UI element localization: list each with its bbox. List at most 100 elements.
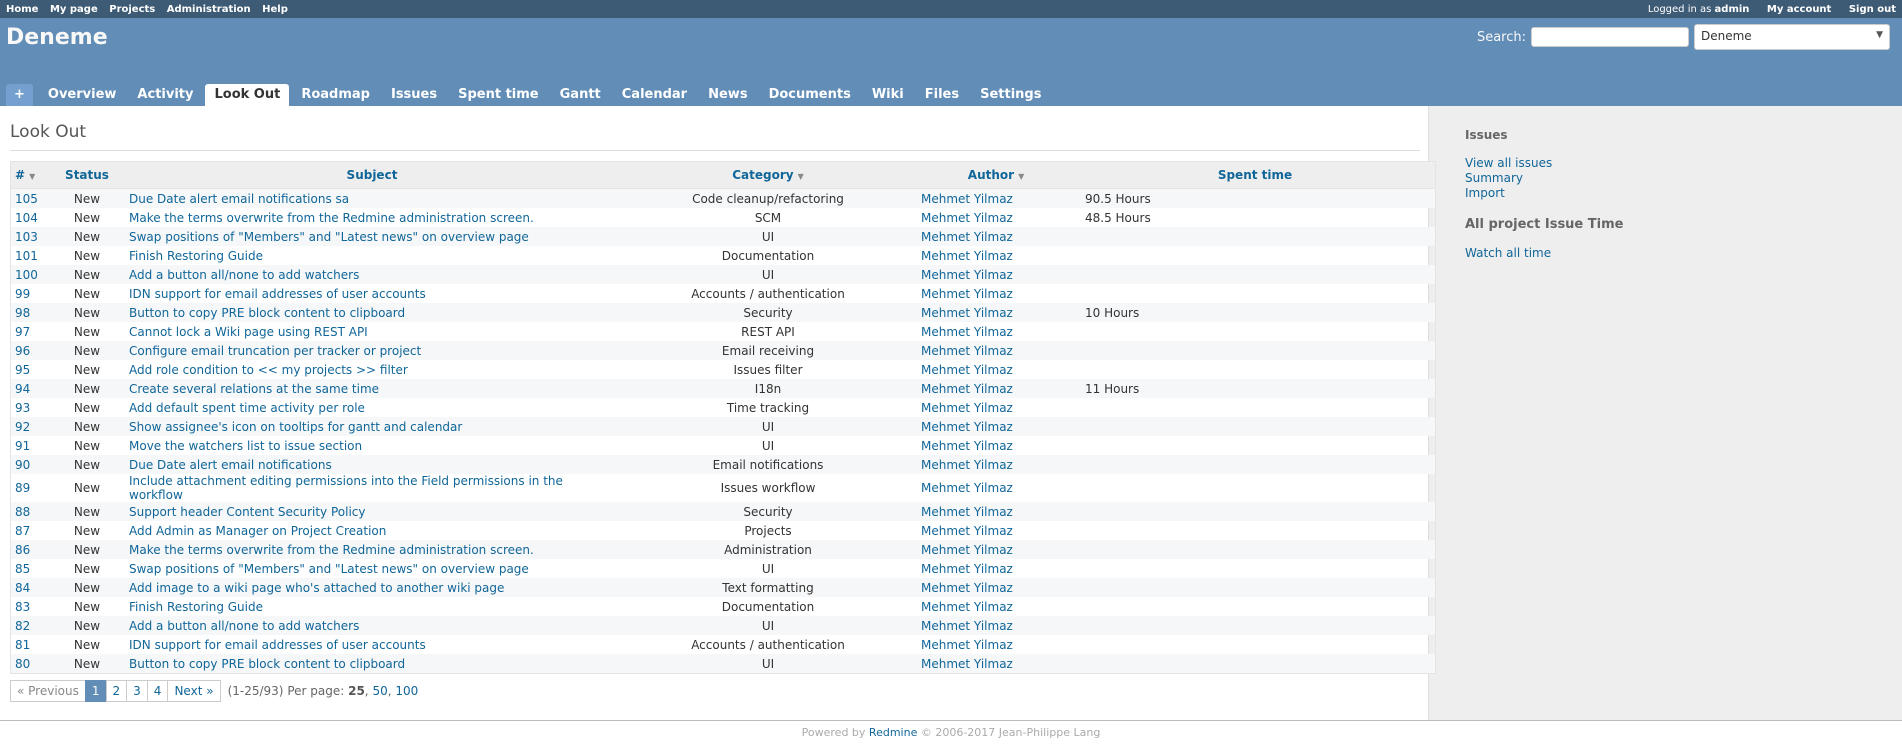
issue-author-link[interactable]: Mehmet Yilmaz — [921, 230, 1013, 244]
issue-id-link[interactable]: 85 — [15, 562, 30, 576]
tab-new[interactable]: + — [6, 84, 33, 106]
per-page-50[interactable]: 50 — [372, 684, 387, 698]
pagination-previous[interactable]: « Previous — [10, 680, 86, 702]
my-account-link[interactable]: My account — [1767, 4, 1831, 15]
issue-id-link[interactable]: 91 — [15, 439, 30, 453]
issue-author-link[interactable]: Mehmet Yilmaz — [921, 657, 1013, 671]
header-subject[interactable]: Subject — [125, 161, 619, 189]
header-id[interactable]: # ▼ — [10, 161, 49, 189]
sidebar-import[interactable]: Import — [1465, 186, 1902, 201]
top-link-administration[interactable]: Administration — [167, 4, 251, 15]
issue-id-link[interactable]: 99 — [15, 287, 30, 301]
issue-id-link[interactable]: 101 — [15, 249, 38, 263]
issue-id-link[interactable]: 95 — [15, 363, 30, 377]
issue-author-link[interactable]: Mehmet Yilmaz — [921, 192, 1013, 206]
top-link-help[interactable]: Help — [262, 4, 288, 15]
issue-author-link[interactable]: Mehmet Yilmaz — [921, 524, 1013, 538]
search-input[interactable] — [1531, 27, 1689, 47]
issue-author-link[interactable]: Mehmet Yilmaz — [921, 600, 1013, 614]
issue-author-link[interactable]: Mehmet Yilmaz — [921, 344, 1013, 358]
issue-author-link[interactable]: Mehmet Yilmaz — [921, 581, 1013, 595]
tab-gantt[interactable]: Gantt — [551, 84, 610, 106]
issue-id-link[interactable]: 100 — [15, 268, 38, 282]
issue-id-link[interactable]: 93 — [15, 401, 30, 415]
issue-id-link[interactable]: 82 — [15, 619, 30, 633]
issue-subject-link[interactable]: Show assignee's icon on tooltips for gan… — [129, 420, 462, 434]
issue-author-link[interactable]: Mehmet Yilmaz — [921, 268, 1013, 282]
issue-subject-link[interactable]: Make the terms overwrite from the Redmin… — [129, 543, 534, 557]
project-jump-select[interactable]: Deneme ▼ — [1694, 24, 1890, 50]
issue-subject-link[interactable]: Button to copy PRE block content to clip… — [129, 306, 405, 320]
issue-id-link[interactable]: 83 — [15, 600, 30, 614]
issue-author-link[interactable]: Mehmet Yilmaz — [921, 505, 1013, 519]
issue-subject-link[interactable]: Due Date alert email notifications — [129, 458, 332, 472]
issue-author-link[interactable]: Mehmet Yilmaz — [921, 562, 1013, 576]
issue-subject-link[interactable]: Support header Content Security Policy — [129, 505, 366, 519]
issue-subject-link[interactable]: Make the terms overwrite from the Redmin… — [129, 211, 534, 225]
sign-out-link[interactable]: Sign out — [1849, 4, 1896, 15]
tab-spent-time[interactable]: Spent time — [449, 84, 548, 106]
issue-id-link[interactable]: 80 — [15, 657, 30, 671]
tab-settings[interactable]: Settings — [971, 84, 1050, 106]
header-category[interactable]: Category ▼ — [619, 161, 917, 189]
tab-overview[interactable]: Overview — [39, 84, 126, 106]
issue-id-link[interactable]: 104 — [15, 211, 38, 225]
issue-subject-link[interactable]: Finish Restoring Guide — [129, 600, 263, 614]
issue-subject-link[interactable]: Due Date alert email notifications sa — [129, 192, 349, 206]
issue-subject-link[interactable]: Button to copy PRE block content to clip… — [129, 657, 405, 671]
issue-author-link[interactable]: Mehmet Yilmaz — [921, 458, 1013, 472]
pagination-page-1[interactable]: 1 — [84, 680, 107, 702]
top-link-my-page[interactable]: My page — [50, 4, 98, 15]
issue-id-link[interactable]: 88 — [15, 505, 30, 519]
issue-subject-link[interactable]: Add default spent time activity per role — [129, 401, 365, 415]
per-page-100[interactable]: 100 — [395, 684, 418, 698]
tab-activity[interactable]: Activity — [128, 84, 202, 106]
issue-author-link[interactable]: Mehmet Yilmaz — [921, 401, 1013, 415]
issue-author-link[interactable]: Mehmet Yilmaz — [921, 420, 1013, 434]
issue-id-link[interactable]: 89 — [15, 481, 30, 495]
tab-news[interactable]: News — [699, 84, 756, 106]
issue-subject-link[interactable]: Add a button all/none to add watchers — [129, 268, 359, 282]
header-author[interactable]: Author ▼ — [917, 161, 1075, 189]
issue-subject-link[interactable]: IDN support for email addresses of user … — [129, 638, 426, 652]
top-link-home[interactable]: Home — [6, 4, 38, 15]
pagination-page-4[interactable]: 4 — [146, 680, 169, 702]
issue-id-link[interactable]: 94 — [15, 382, 30, 396]
issue-subject-link[interactable]: Swap positions of "Members" and "Latest … — [129, 562, 529, 576]
issue-author-link[interactable]: Mehmet Yilmaz — [921, 363, 1013, 377]
issue-subject-link[interactable]: Create several relations at the same tim… — [129, 382, 379, 396]
sidebar-watch-all-time[interactable]: Watch all time — [1465, 246, 1902, 261]
issue-author-link[interactable]: Mehmet Yilmaz — [921, 249, 1013, 263]
issue-subject-link[interactable]: Finish Restoring Guide — [129, 249, 263, 263]
issue-id-link[interactable]: 96 — [15, 344, 30, 358]
issue-id-link[interactable]: 84 — [15, 581, 30, 595]
issue-subject-link[interactable]: Move the watchers list to issue section — [129, 439, 362, 453]
issue-id-link[interactable]: 103 — [15, 230, 38, 244]
issue-subject-link[interactable]: Cannot lock a Wiki page using REST API — [129, 325, 368, 339]
issue-id-link[interactable]: 97 — [15, 325, 30, 339]
issue-author-link[interactable]: Mehmet Yilmaz — [921, 481, 1013, 495]
issue-id-link[interactable]: 105 — [15, 192, 38, 206]
issue-subject-link[interactable]: Configure email truncation per tracker o… — [129, 344, 421, 358]
tab-look-out[interactable]: Look Out — [205, 84, 290, 106]
issue-author-link[interactable]: Mehmet Yilmaz — [921, 619, 1013, 633]
pagination-page-2[interactable]: 2 — [105, 680, 128, 702]
issue-subject-link[interactable]: Include attachment editing permissions i… — [129, 474, 563, 502]
issue-id-link[interactable]: 81 — [15, 638, 30, 652]
issue-author-link[interactable]: Mehmet Yilmaz — [921, 287, 1013, 301]
issue-subject-link[interactable]: Add a button all/none to add watchers — [129, 619, 359, 633]
tab-issues[interactable]: Issues — [382, 84, 446, 106]
issue-id-link[interactable]: 87 — [15, 524, 30, 538]
issue-author-link[interactable]: Mehmet Yilmaz — [921, 306, 1013, 320]
pagination-page-3[interactable]: 3 — [126, 680, 148, 702]
header-spent-time[interactable]: Spent time — [1075, 161, 1436, 189]
issue-author-link[interactable]: Mehmet Yilmaz — [921, 325, 1013, 339]
issue-author-link[interactable]: Mehmet Yilmaz — [921, 382, 1013, 396]
issue-author-link[interactable]: Mehmet Yilmaz — [921, 543, 1013, 557]
issue-author-link[interactable]: Mehmet Yilmaz — [921, 638, 1013, 652]
header-status[interactable]: Status — [49, 161, 125, 189]
issue-subject-link[interactable]: Add Admin as Manager on Project Creation — [129, 524, 386, 538]
logged-user-link[interactable]: admin — [1715, 4, 1750, 15]
issue-id-link[interactable]: 90 — [15, 458, 30, 472]
tab-documents[interactable]: Documents — [760, 84, 860, 106]
